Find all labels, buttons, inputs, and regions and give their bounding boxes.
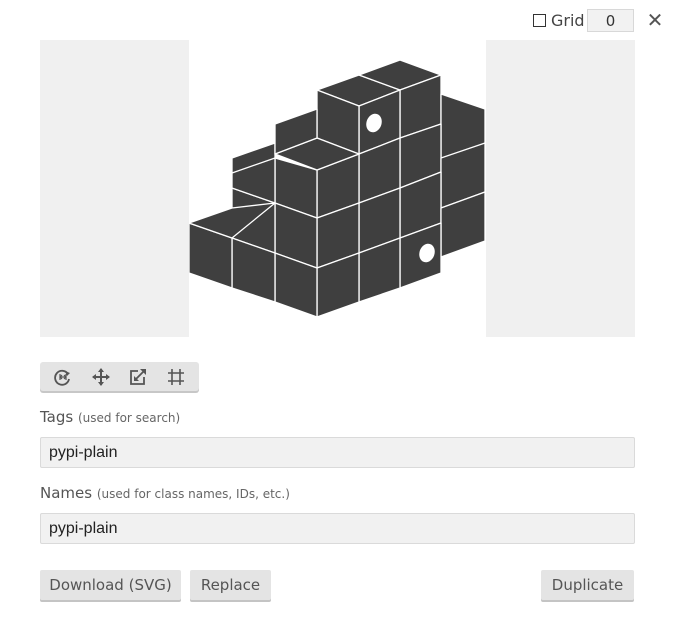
move-button[interactable] bbox=[86, 365, 116, 389]
names-label-text: Names bbox=[40, 484, 93, 502]
transform-toolbar bbox=[40, 362, 199, 391]
resize-button[interactable] bbox=[123, 365, 153, 389]
resize-icon bbox=[130, 368, 147, 385]
names-label: Names (used for class names, IDs, etc.) bbox=[40, 484, 290, 502]
grid-size-input[interactable] bbox=[587, 9, 634, 32]
top-bar: Grid ✕ bbox=[0, 9, 674, 33]
close-icon[interactable]: ✕ bbox=[646, 9, 664, 31]
download-svg-button[interactable]: Download (SVG) bbox=[40, 570, 181, 600]
crop-icon bbox=[168, 368, 185, 385]
tags-hint: (used for search) bbox=[78, 411, 181, 425]
move-icon bbox=[91, 367, 110, 386]
icon-preview bbox=[40, 40, 635, 337]
tags-input[interactable] bbox=[40, 437, 635, 468]
names-hint: (used for class names, IDs, etc.) bbox=[96, 487, 290, 501]
preview-padding-right bbox=[486, 40, 635, 337]
pypi-plain-icon bbox=[188, 40, 486, 337]
names-input[interactable] bbox=[40, 513, 635, 544]
rotate-reset-icon bbox=[54, 369, 70, 386]
grid-checkbox[interactable] bbox=[533, 14, 546, 27]
tags-label-text: Tags bbox=[40, 408, 74, 426]
preview-padding-left bbox=[40, 40, 189, 337]
duplicate-button[interactable]: Duplicate bbox=[541, 570, 634, 600]
tags-label: Tags (used for search) bbox=[40, 408, 180, 426]
grid-toggle[interactable]: Grid bbox=[533, 11, 585, 30]
crop-button[interactable] bbox=[161, 365, 191, 389]
replace-button[interactable]: Replace bbox=[190, 570, 271, 600]
grid-label: Grid bbox=[551, 11, 585, 30]
rotate-reset-button[interactable] bbox=[48, 365, 78, 389]
